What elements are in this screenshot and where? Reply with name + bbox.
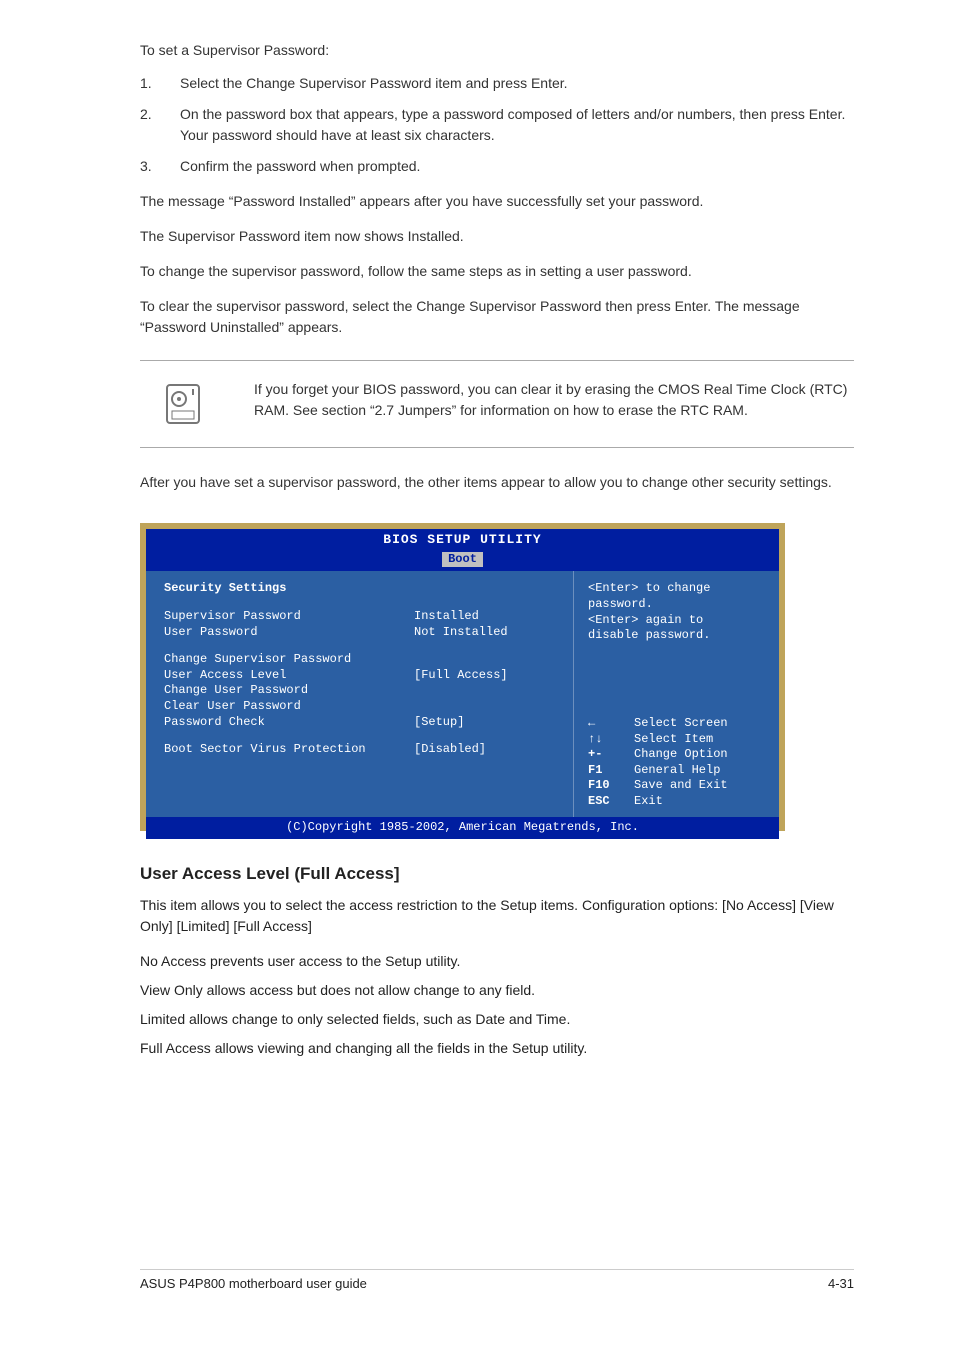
- bios-help-description: <Enter> to change password. <Enter> agai…: [588, 581, 767, 643]
- bios-value: [414, 683, 561, 699]
- bios-row-boot-sector-virus[interactable]: Boot Sector Virus Protection [Disabled]: [164, 742, 561, 758]
- help-line: <Enter> again to: [588, 613, 767, 629]
- help-desc: Select Item: [634, 732, 713, 748]
- help-key: +-: [588, 747, 624, 763]
- bios-section-title: Security Settings: [164, 581, 561, 597]
- bios-value: [Full Access]: [414, 668, 561, 684]
- step-2: 2. On the password box that appears, typ…: [140, 104, 854, 146]
- bios-label: Clear User Password: [164, 699, 414, 715]
- spacer: [164, 730, 561, 742]
- step-text: Select the Change Supervisor Password it…: [180, 73, 854, 94]
- spacer: [164, 640, 561, 652]
- bios-main: Security Settings Supervisor Password In…: [146, 571, 779, 817]
- subsection-title: User Access Level (Full Access]: [140, 861, 854, 887]
- step-1: 1. Select the Change Supervisor Password…: [140, 73, 854, 94]
- bios-value: [Disabled]: [414, 742, 561, 758]
- bios-left-pane: Security Settings Supervisor Password In…: [146, 571, 574, 817]
- help-desc: Save and Exit: [634, 778, 728, 794]
- help-row: ← Select Screen: [588, 716, 767, 732]
- bios-label: Change Supervisor Password: [164, 652, 414, 668]
- bios-row-user-access-level[interactable]: User Access Level [Full Access]: [164, 668, 561, 684]
- paragraph: After you have set a supervisor password…: [140, 472, 854, 493]
- bios-row-user-password: User Password Not Installed: [164, 625, 561, 641]
- help-row: +- Change Option: [588, 747, 767, 763]
- help-line: password.: [588, 597, 767, 613]
- body-text: To set a Supervisor Password: 1. Select …: [140, 40, 854, 493]
- footer-right: 4-31: [828, 1276, 854, 1291]
- help-row: F10 Save and Exit: [588, 778, 767, 794]
- paragraph: View Only allows access but does not all…: [140, 980, 854, 1001]
- help-key: F1: [588, 763, 624, 779]
- paragraph: The message “Password Installed” appears…: [140, 191, 854, 212]
- help-desc: Select Screen: [634, 716, 728, 732]
- help-row: F1 General Help: [588, 763, 767, 779]
- help-desc: Change Option: [634, 747, 728, 763]
- help-key: F10: [588, 778, 624, 794]
- bios-label: Password Check: [164, 715, 414, 731]
- help-line: <Enter> to change: [588, 581, 767, 597]
- bios-row-password-check[interactable]: Password Check [Setup]: [164, 715, 561, 731]
- paragraph: To change the supervisor password, follo…: [140, 261, 854, 282]
- step-3: 3. Confirm the password when prompted.: [140, 156, 854, 177]
- bios-value: Installed: [414, 609, 561, 625]
- bios-value: [Setup]: [414, 715, 561, 731]
- bios-help-keys: ← Select Screen ↑↓ Select Item +- Change…: [588, 716, 767, 810]
- paragraph: To set a Supervisor Password:: [140, 40, 854, 61]
- help-desc: General Help: [634, 763, 720, 779]
- bios-row-supervisor-password: Supervisor Password Installed: [164, 609, 561, 625]
- page-footer: ASUS P4P800 motherboard user guide 4-31: [140, 1269, 854, 1291]
- bios-label: Change User Password: [164, 683, 414, 699]
- bios-row-clear-user-password[interactable]: Clear User Password: [164, 699, 561, 715]
- bios-row-change-user-password[interactable]: Change User Password: [164, 683, 561, 699]
- help-line: disable password.: [588, 628, 767, 644]
- paragraph: No Access prevents user access to the Se…: [140, 951, 854, 972]
- bios-footer: (C)Copyright 1985-2002, American Megatre…: [146, 817, 779, 839]
- step-number: 2.: [140, 104, 170, 146]
- bios-value: Not Installed: [414, 625, 561, 641]
- bios-right-pane: <Enter> to change password. <Enter> agai…: [574, 571, 779, 817]
- step-text: On the password box that appears, type a…: [180, 104, 854, 146]
- bios-label: Boot Sector Virus Protection: [164, 742, 414, 758]
- paragraph: Limited allows change to only selected f…: [140, 1009, 854, 1030]
- user-access-section: User Access Level (Full Access] This ite…: [140, 861, 854, 1059]
- help-row: ESC Exit: [588, 794, 767, 810]
- paragraph: The Supervisor Password item now shows I…: [140, 226, 854, 247]
- footer-left: ASUS P4P800 motherboard user guide: [140, 1276, 367, 1291]
- step-number: 1.: [140, 73, 170, 94]
- bios-tab-boot[interactable]: Boot: [442, 552, 483, 568]
- help-key: ←: [588, 716, 624, 732]
- bios-label: User Password: [164, 625, 414, 641]
- bios-title: BIOS SETUP UTILITY: [146, 529, 779, 552]
- bios-panel: BIOS SETUP UTILITY Boot Security Setting…: [140, 523, 785, 831]
- help-key: ESC: [588, 794, 624, 810]
- bios-value: [414, 652, 561, 668]
- document-page: To set a Supervisor Password: 1. Select …: [0, 0, 954, 1351]
- bios-label: Supervisor Password: [164, 609, 414, 625]
- paragraph: Full Access allows viewing and changing …: [140, 1038, 854, 1059]
- bios-value: [414, 699, 561, 715]
- bios-row-change-supervisor-password[interactable]: Change Supervisor Password: [164, 652, 561, 668]
- bios-tab-row: Boot: [146, 552, 779, 572]
- floppy-icon: [157, 379, 207, 429]
- paragraph: To clear the supervisor password, select…: [140, 296, 854, 338]
- paragraph: This item allows you to select the acces…: [140, 895, 854, 937]
- step-number: 3.: [140, 156, 170, 177]
- note-icon: [140, 379, 224, 429]
- help-key: ↑↓: [588, 732, 624, 748]
- note-text: If you forget your BIOS password, you ca…: [254, 379, 854, 421]
- bios-label: User Access Level: [164, 668, 414, 684]
- help-desc: Exit: [634, 794, 663, 810]
- step-text: Confirm the password when prompted.: [180, 156, 854, 177]
- help-row: ↑↓ Select Item: [588, 732, 767, 748]
- note-block: If you forget your BIOS password, you ca…: [140, 360, 854, 448]
